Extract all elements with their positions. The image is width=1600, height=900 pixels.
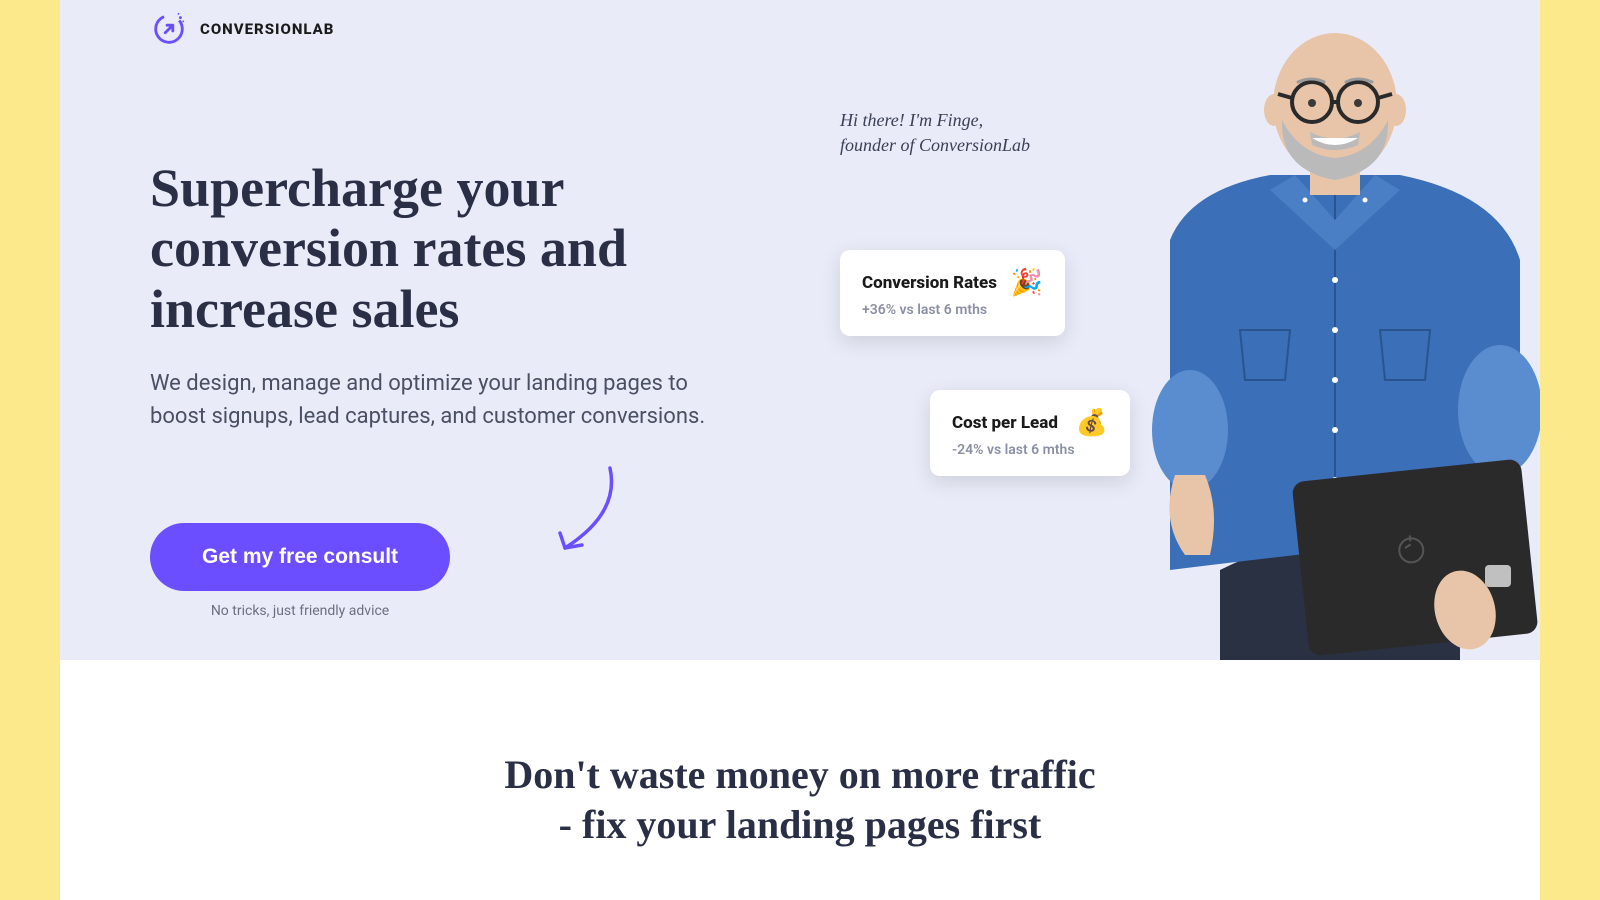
cta-button[interactable]: Get my free consult — [150, 523, 450, 591]
hero-content: Supercharge your conversion rates and in… — [150, 158, 800, 619]
stat-card-conversion: Conversion Rates 🎉 +36% vs last 6 mths — [840, 250, 1065, 336]
logo-text: CONVERSIONLAB — [200, 20, 334, 38]
speech-line-2: founder of ConversionLab — [840, 133, 1030, 158]
founder-portrait — [1100, 10, 1540, 660]
arrow-icon — [550, 463, 630, 563]
section-headline-line2: - fix your landing pages first — [120, 800, 1480, 850]
page-frame: CONVERSIONLAB Supercharge your conversio… — [60, 0, 1540, 900]
cta-wrap: Get my free consult No tricks, just frie… — [150, 523, 450, 619]
moneybag-icon: 💰 — [1076, 408, 1108, 438]
hero-section: CONVERSIONLAB Supercharge your conversio… — [60, 0, 1540, 660]
founder-speech: Hi there! I'm Finge, founder of Conversi… — [840, 108, 1030, 158]
party-icon: 🎉 — [1011, 268, 1043, 298]
stat-card-cost: Cost per Lead 💰 -24% vs last 6 mths — [930, 390, 1130, 476]
hero-subhead: We design, manage and optimize your land… — [150, 367, 710, 433]
stat-card-sub: +36% vs last 6 mths — [862, 302, 1043, 318]
logo-icon — [150, 10, 188, 48]
cta-note: No tricks, just friendly advice — [150, 603, 450, 619]
section-headline-line1: Don't waste money on more traffic — [120, 750, 1480, 800]
speech-line-1: Hi there! I'm Finge, — [840, 108, 1030, 133]
stat-card-title: Cost per Lead — [952, 413, 1058, 433]
section-traffic: Don't waste money on more traffic - fix … — [60, 660, 1540, 850]
hero-headline: Supercharge your conversion rates and in… — [150, 158, 800, 339]
stat-card-title: Conversion Rates — [862, 273, 997, 293]
stat-card-sub: -24% vs last 6 mths — [952, 442, 1108, 458]
section-headline: Don't waste money on more traffic - fix … — [120, 750, 1480, 850]
